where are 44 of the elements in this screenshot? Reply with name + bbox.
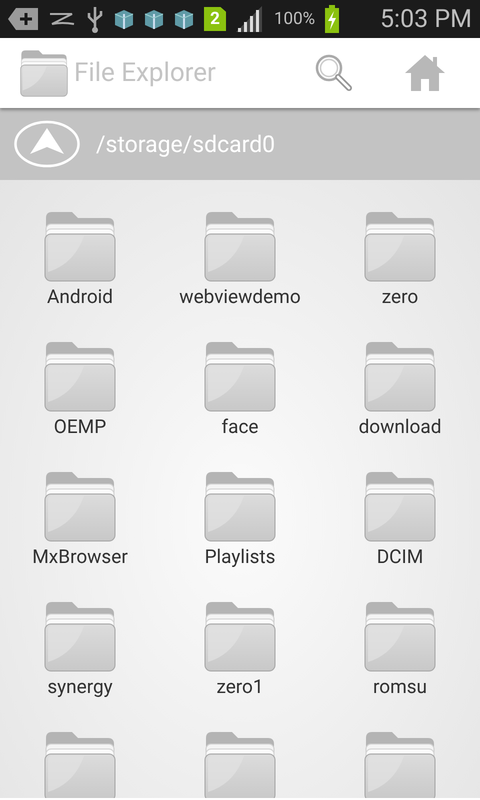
folder-icon bbox=[204, 340, 276, 412]
current-path: /storage/sdcard0 bbox=[96, 130, 276, 158]
folder-name[interactable]: download bbox=[358, 415, 442, 438]
add-notification-icon bbox=[8, 8, 38, 30]
app-title: File Explorer bbox=[74, 58, 217, 88]
gift-box-icon bbox=[114, 8, 134, 30]
signature-icon bbox=[48, 10, 76, 28]
search-icon[interactable] bbox=[314, 53, 354, 93]
folder-name[interactable]: zero bbox=[382, 285, 418, 308]
folder-icon bbox=[364, 600, 436, 672]
folder-icon bbox=[204, 210, 276, 282]
folder-icon bbox=[44, 340, 116, 412]
signal-icon bbox=[236, 6, 264, 32]
folder-icon bbox=[44, 470, 116, 542]
folder-icon bbox=[364, 470, 436, 542]
folder-name[interactable]: Android bbox=[46, 285, 114, 308]
battery-percent: 100% bbox=[274, 9, 316, 29]
folder-name[interactable]: Playlists bbox=[204, 545, 276, 568]
app-logo-icon bbox=[20, 49, 68, 97]
folder-name[interactable]: OEMP bbox=[54, 415, 106, 438]
folder-icon bbox=[44, 600, 116, 672]
folder-name[interactable]: zero1 bbox=[216, 675, 264, 698]
gift-box-icon bbox=[144, 8, 164, 30]
up-level-icon[interactable] bbox=[14, 120, 80, 168]
folder-icon bbox=[364, 340, 436, 412]
folder-icon bbox=[364, 210, 436, 282]
battery-charging-icon bbox=[325, 5, 340, 33]
folder-icon bbox=[44, 730, 116, 798]
usb-icon bbox=[86, 5, 104, 33]
clock-time: 5:03 PM bbox=[380, 4, 472, 34]
sim-badge: 2 bbox=[204, 7, 226, 31]
gift-box-icon bbox=[174, 8, 194, 30]
folder-icon bbox=[44, 210, 116, 282]
folder-icon bbox=[204, 730, 276, 798]
folder-icon bbox=[204, 600, 276, 672]
home-icon[interactable] bbox=[404, 53, 446, 93]
folder-name[interactable]: romsu bbox=[372, 675, 428, 698]
folder-name[interactable]: MxBrowser bbox=[32, 545, 128, 568]
folder-name[interactable]: DCIM bbox=[376, 545, 424, 568]
folder-icon bbox=[204, 470, 276, 542]
folder-icon bbox=[364, 730, 436, 798]
folder-name[interactable]: webviewdemo bbox=[179, 285, 301, 308]
folder-name[interactable]: face bbox=[222, 415, 258, 438]
folder-name[interactable]: synergy bbox=[47, 675, 113, 698]
